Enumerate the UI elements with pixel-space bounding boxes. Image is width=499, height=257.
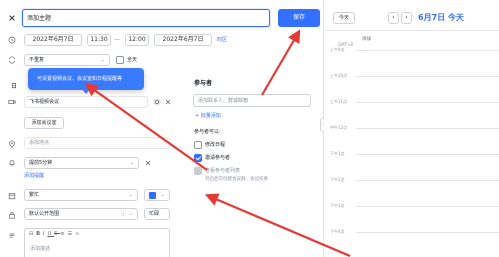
link-icon[interactable]: ∞ (75, 231, 82, 237)
time-separator: — (114, 36, 120, 43)
hour-label: 下午2点 (330, 177, 345, 182)
calendar-icon (8, 192, 16, 200)
participants-input[interactable]: 添加联系人、群或邮箱 (193, 94, 311, 107)
hour-label: 上午9点 (330, 47, 345, 52)
tooltip-text: 可设置视频会议、会议室和日程提醒等 (37, 76, 123, 82)
video-meeting-field[interactable]: 飞书视频会议 (24, 96, 148, 108)
date-title: 6月7日 今天 (418, 13, 464, 22)
description-icon (8, 232, 16, 240)
perm-invite-checkbox[interactable] (194, 154, 202, 162)
prev-day-button[interactable]: ‹ (388, 12, 399, 24)
close-icon[interactable] (8, 14, 16, 22)
next-day-button[interactable]: › (401, 12, 412, 24)
ordered-list-icon[interactable]: ☰ (68, 231, 75, 237)
save-button[interactable]: 保存 (278, 9, 320, 27)
hour-line (356, 76, 499, 77)
hour-label: 下午3点 (330, 203, 345, 208)
reminder-select[interactable]: 提前5分钟 ⌄ (24, 157, 139, 169)
bold-icon[interactable]: B (36, 231, 43, 237)
start-date-picker[interactable]: 2022年6月7日 (24, 34, 82, 46)
video-meeting-value: 飞书视频会议 (29, 99, 60, 105)
hour-label: 上午10点 (330, 73, 348, 78)
chevron-down-icon: ⌄ (100, 57, 105, 63)
busy-select-value: 繁忙 (29, 192, 40, 198)
hour-label: 下午4点 (330, 229, 345, 234)
event-title-input[interactable]: 添加主题 (22, 9, 270, 27)
repeat-select[interactable]: 不重复 ⌄ (24, 54, 110, 66)
color-select[interactable]: ⌄ (144, 189, 170, 201)
hour-label: 中午12点 (330, 125, 348, 130)
tooltip-arrow (82, 89, 90, 94)
participants-placeholder: 添加联系人、群或邮箱 (198, 97, 249, 104)
visibility-select-value: 默认公开范围 (29, 211, 60, 217)
editor-toolbar: ⊟BIUS≡☰∞ (29, 230, 82, 238)
remove-reminder-icon[interactable] (144, 159, 152, 167)
hour-line (356, 102, 499, 103)
hour-label: 上午11点 (330, 99, 348, 104)
bell-icon (8, 159, 16, 167)
chevron-down-icon: ⌄ (129, 160, 134, 166)
calendar-header-divider (324, 30, 499, 31)
visibility-select[interactable]: 默认公开范围 ⓘ ⌄ (24, 208, 138, 220)
priority-select-value: 忙碌 (149, 211, 160, 217)
perm-edit-label: 修改日程 (205, 142, 226, 148)
busy-select[interactable]: 繁忙 ⌄ (24, 189, 138, 201)
lock-icon (8, 211, 16, 219)
perm-invite-label: 邀请参与者 (205, 155, 231, 161)
color-swatch (149, 191, 156, 199)
perm-note: 开启后可创建会议群、会议纪要 (205, 177, 268, 182)
hour-line (356, 180, 499, 181)
hour-label: 下午1点 (330, 151, 345, 156)
hour-line (356, 50, 499, 51)
perm-view-label: 查看参与者列表 (205, 168, 241, 174)
today-button[interactable]: 今天 (333, 12, 355, 24)
priority-select[interactable]: 忙碌 (144, 208, 170, 220)
perm-edit-checkbox[interactable] (194, 141, 202, 149)
repeat-select-value: 不重复 (29, 57, 45, 63)
bulk-add-link[interactable]: + 批量添加 (195, 112, 221, 120)
allday-checkbox[interactable] (116, 56, 124, 64)
chevron-down-icon: ⌄ (128, 192, 133, 198)
create-event-window: 添加主题 保存 2022年6月7日 11:30 — 12:00 2022年6月7… (0, 0, 499, 257)
permissions-title: 参与者可以: (194, 129, 221, 135)
location-input[interactable]: 添加地点 (24, 137, 170, 149)
chevron-down-icon: ⌄ (160, 192, 165, 198)
clock-icon (8, 36, 16, 44)
hour-line (356, 206, 499, 207)
chevron-down-icon: ⌄ (128, 211, 133, 217)
repeat-icon (8, 56, 16, 64)
end-date-picker[interactable]: 2022年6月7日 (154, 34, 212, 46)
hour-line (356, 128, 499, 129)
help-icon: ⓘ (120, 211, 126, 217)
participants-title: 参与者 (194, 80, 213, 87)
perm-view-checkbox (194, 167, 202, 175)
gear-icon[interactable] (153, 98, 161, 106)
video-icon (8, 98, 16, 106)
remove-video-icon[interactable] (164, 98, 172, 106)
description-placeholder: 添加描述 (30, 246, 51, 252)
bullet-list-icon[interactable]: ≡ (60, 231, 67, 237)
hour-line (356, 154, 499, 155)
feature-tooltip: 可设置视频会议、会议室和日程提醒等 (28, 68, 144, 90)
description-editor[interactable]: ⊟BIUS≡☰∞ 添加描述 (24, 228, 170, 257)
title-input-text: 添加主题 (27, 14, 52, 22)
allday-event-label: 添加 (362, 37, 371, 42)
location-placeholder: 添加地点 (29, 140, 50, 146)
hour-line (356, 232, 499, 233)
reminder-select-value: 提前5分钟 (29, 160, 53, 166)
location-icon (8, 140, 16, 148)
section-label: 日 (11, 83, 18, 90)
allday-label: 全天 (127, 57, 138, 63)
add-room-button[interactable]: 添加会议室 (24, 117, 64, 129)
add-reminder-link[interactable]: 添加提醒 (24, 172, 44, 180)
timezone-link[interactable]: 时区 (217, 36, 227, 44)
end-time-picker[interactable]: 12:00 (125, 34, 149, 46)
start-time-picker[interactable]: 11:30 (87, 34, 111, 46)
